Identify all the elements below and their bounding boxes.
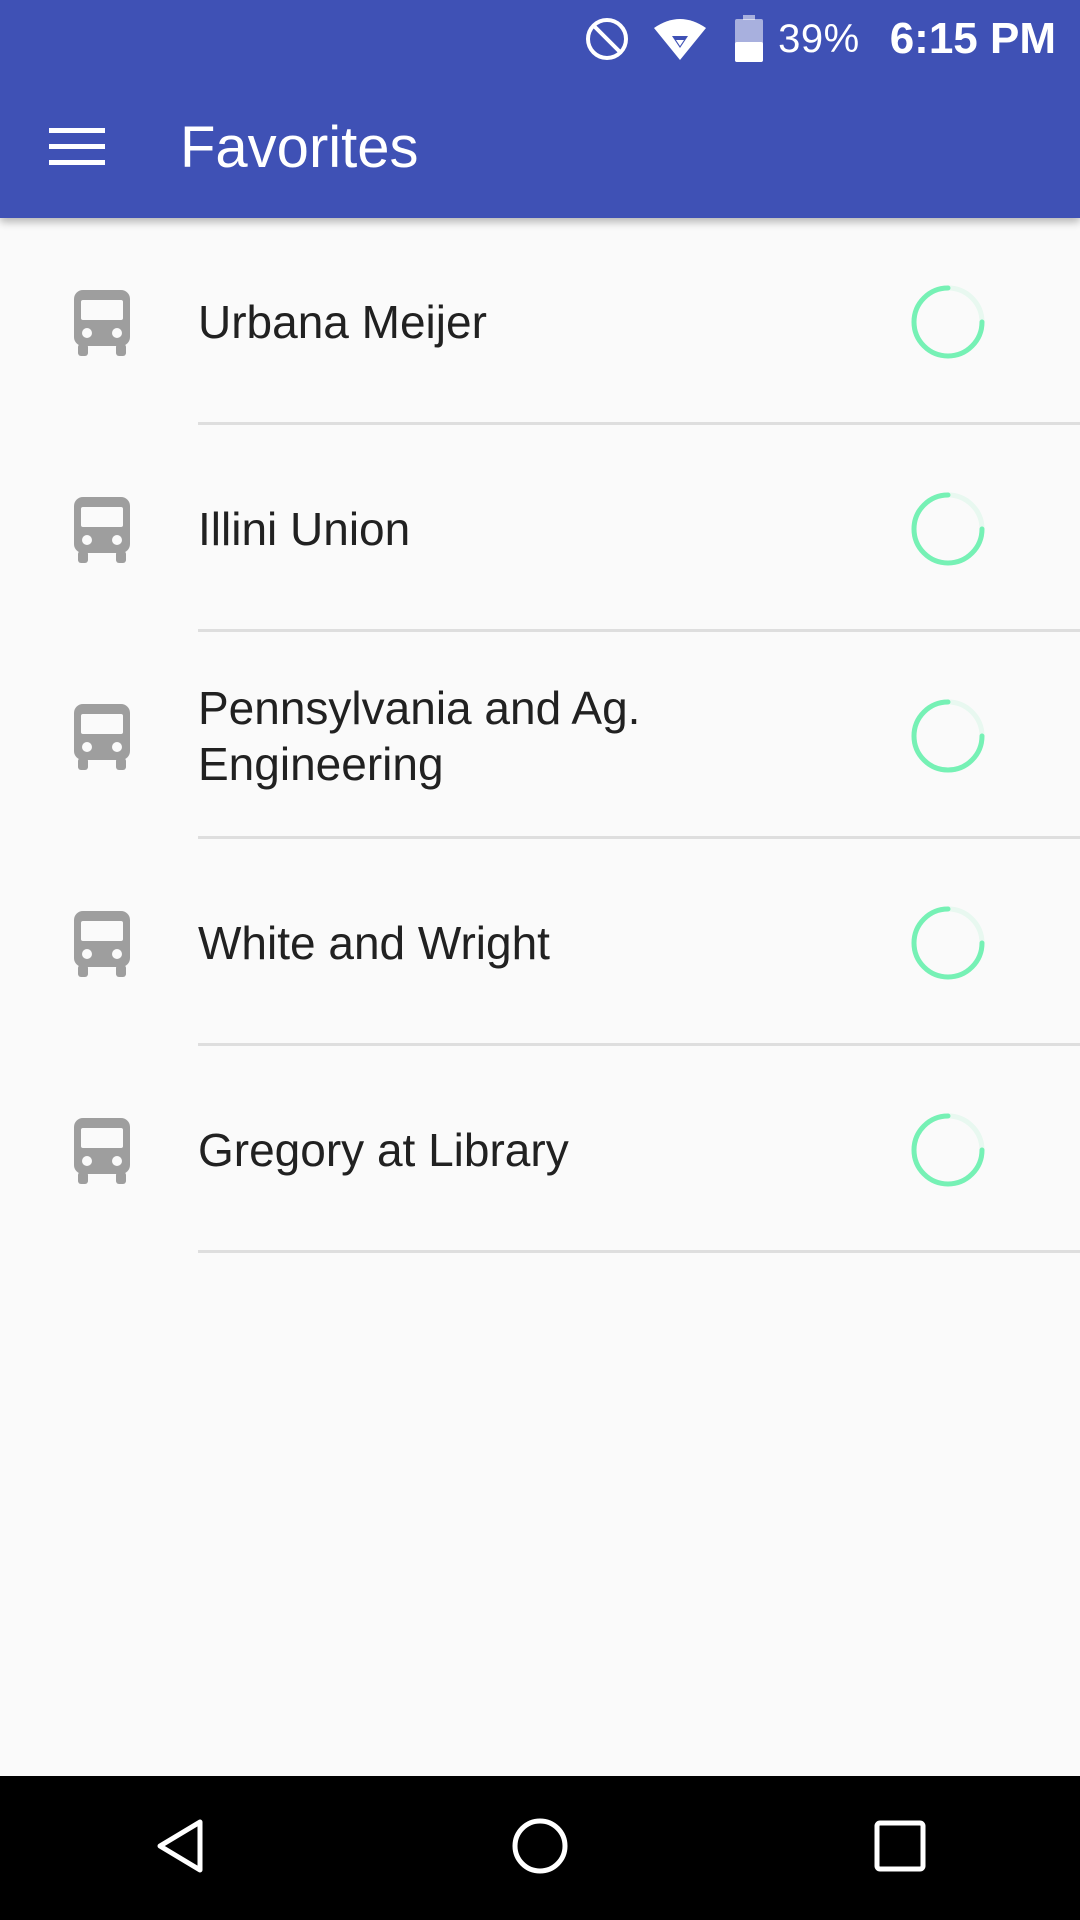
loading-spinner-icon (906, 487, 990, 571)
back-button[interactable] (105, 1776, 255, 1920)
app-bar: Favorites (0, 78, 1080, 218)
bus-icon (72, 1118, 132, 1184)
top-bar: 39% 6:15 PM Favorites (0, 0, 1080, 218)
bus-icon (72, 911, 132, 977)
wifi-icon (652, 16, 708, 62)
home-icon (510, 1816, 570, 1881)
bus-icon (72, 704, 132, 770)
loading-spinner-icon (906, 694, 990, 778)
list-item[interactable]: Urbana Meijer (0, 218, 1080, 425)
list-item[interactable]: Pennsylvania and Ag. Engineering (0, 632, 1080, 839)
stop-name: Gregory at Library (198, 1123, 569, 1176)
hamburger-menu-icon (49, 127, 105, 172)
clock: 6:15 PM (889, 14, 1056, 63)
recents-icon (874, 1820, 926, 1877)
battery-percent: 39% (778, 16, 860, 61)
divider (198, 1250, 1080, 1253)
favorites-list: Urbana Meijer Illini Union Pennsylvania an… (0, 218, 1080, 1253)
loading-spinner-icon (906, 1108, 990, 1192)
list-item[interactable]: Gregory at Library (0, 1046, 1080, 1253)
stop-name: Urbana Meijer (198, 295, 487, 348)
do-not-disturb-icon (584, 16, 630, 62)
stop-name: Pennsylvania and Ag. Engineering (198, 681, 641, 790)
list-item[interactable]: Illini Union (0, 425, 1080, 632)
page-title: Favorites (180, 115, 419, 180)
navigation-bar (0, 1776, 1080, 1920)
list-item[interactable]: White and Wright (0, 839, 1080, 1046)
back-icon (152, 1816, 208, 1881)
menu-button[interactable] (32, 104, 122, 194)
status-icons: 39% 6:15 PM (584, 0, 1056, 78)
status-bar: 39% 6:15 PM (0, 0, 1080, 78)
recents-button[interactable] (825, 1776, 975, 1920)
battery-icon (734, 15, 764, 63)
home-button[interactable] (465, 1776, 615, 1920)
loading-spinner-icon (906, 280, 990, 364)
favorites-screen: 39% 6:15 PM Favorites Urbana Meijer Illin… (0, 0, 1080, 1920)
loading-spinner-icon (906, 901, 990, 985)
stop-name: White and Wright (198, 916, 550, 969)
bus-icon (72, 497, 132, 563)
stop-name: Illini Union (198, 502, 411, 555)
bus-icon (72, 290, 132, 356)
